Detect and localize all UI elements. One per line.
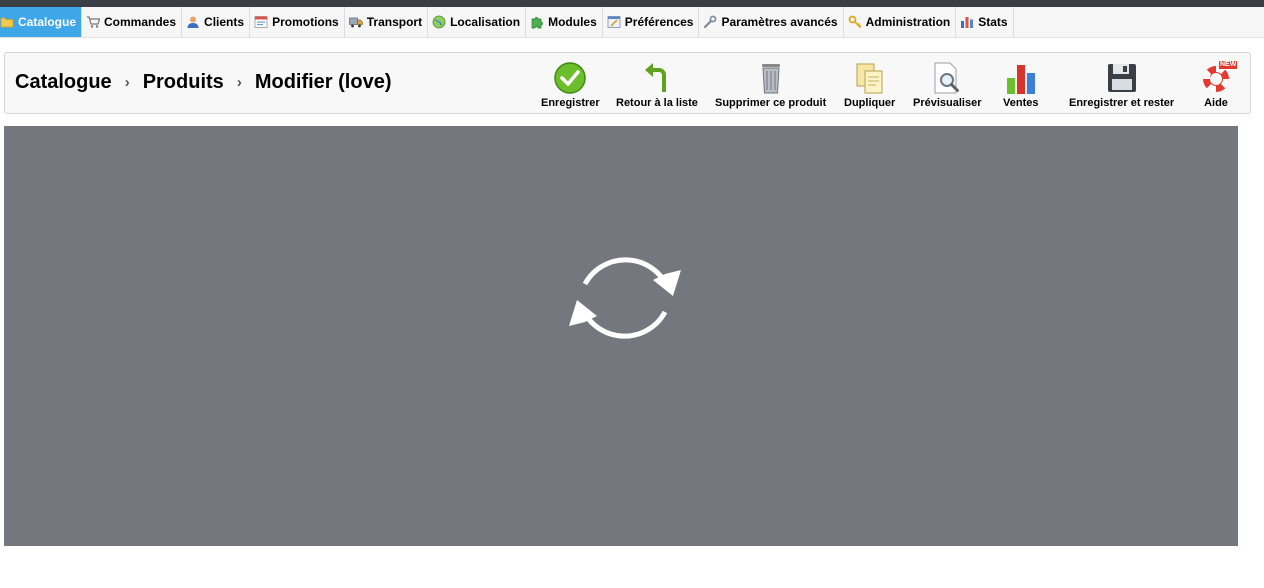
trash-icon <box>761 64 780 94</box>
puzzle-icon <box>531 17 543 29</box>
preview-icon <box>934 62 960 94</box>
duplicate-button[interactable]: Dupliquer <box>844 61 895 109</box>
back-to-list-button[interactable]: Retour à la liste <box>616 61 698 109</box>
tab-clients[interactable]: Clients <box>182 7 251 37</box>
breadcrumb-separator: › <box>236 74 242 91</box>
tab-preferences[interactable]: Préférences <box>603 7 700 37</box>
button-label: Retour à la liste <box>616 97 698 109</box>
save-button[interactable]: Enregistrer <box>541 61 600 109</box>
button-label: Ventes <box>1003 97 1039 109</box>
preferences-icon <box>607 16 621 28</box>
page-toolbar: Catalogue › Produits › Modifier (love) E… <box>4 52 1251 114</box>
tab-parametres-avances[interactable]: Paramètres avancés <box>699 7 844 37</box>
user-icon <box>187 16 199 28</box>
tab-label: Commandes <box>104 15 177 29</box>
tab-label: Transport <box>366 15 423 29</box>
check-icon <box>554 62 587 94</box>
tab-modules[interactable]: Modules <box>526 7 603 37</box>
breadcrumb: Catalogue › Produits › Modifier (love) <box>15 71 391 94</box>
duplicate-icon <box>856 63 883 94</box>
folder-icon <box>0 17 14 28</box>
loading-overlay <box>4 126 1238 546</box>
top-strip <box>0 0 1264 7</box>
breadcrumb-item-catalogue[interactable]: Catalogue <box>15 71 112 94</box>
globe-icon <box>432 15 446 29</box>
tab-label: Clients <box>204 15 245 29</box>
button-label: Supprimer ce produit <box>715 97 827 109</box>
tab-stats[interactable]: Stats <box>956 7 1014 37</box>
delete-product-button[interactable]: Supprimer ce produit <box>715 61 826 109</box>
button-label: Aide <box>1204 97 1228 109</box>
breadcrumb-separator: › <box>124 74 130 91</box>
tab-label: Modules <box>548 15 597 29</box>
tab-label: Paramètres avancés <box>721 15 838 29</box>
tab-administration[interactable]: Administration <box>844 7 957 37</box>
tab-promotions[interactable]: Promotions <box>250 7 345 37</box>
tab-catalogue[interactable]: Catalogue <box>0 7 83 37</box>
sales-chart-icon <box>1006 65 1035 94</box>
preview-button[interactable]: Prévisualiser <box>913 61 982 109</box>
tab-label: Administration <box>865 15 951 29</box>
button-label: Prévisualiser <box>913 97 982 109</box>
tab-label: Préférences <box>624 15 694 29</box>
tab-label: Stats <box>978 15 1008 29</box>
tab-transport[interactable]: Transport <box>345 7 429 37</box>
button-label: Enregistrer et rester <box>1069 97 1175 109</box>
tab-label: Localisation <box>450 15 521 29</box>
button-label: Enregistrer <box>541 97 600 109</box>
breadcrumb-item-produits[interactable]: Produits <box>143 71 224 94</box>
key-icon <box>848 15 861 29</box>
bar-chart-icon <box>961 17 974 28</box>
help-button[interactable]: Aide NEW <box>1199 61 1238 109</box>
tab-label: Catalogue <box>18 15 77 29</box>
breadcrumb-item-current: Modifier (love) <box>254 71 392 93</box>
promotion-icon <box>254 16 268 28</box>
floppy-disk-icon <box>1107 64 1136 92</box>
refresh-spinner-icon <box>569 257 681 339</box>
wrench-icon <box>704 15 717 29</box>
main-nav: Catalogue Commandes Clients Promotions T… <box>0 7 1264 38</box>
sales-button[interactable]: Ventes <box>1003 61 1038 109</box>
tab-commandes[interactable]: Commandes <box>82 7 183 37</box>
cart-icon <box>87 16 101 28</box>
save-and-stay-button[interactable]: Enregistrer et rester <box>1069 61 1174 109</box>
new-badge: NEW <box>1219 61 1238 69</box>
truck-icon <box>348 17 363 28</box>
button-label: Dupliquer <box>844 97 896 109</box>
tab-label: Promotions <box>272 15 339 29</box>
back-arrow-icon <box>644 63 666 92</box>
tab-localisation[interactable]: Localisation <box>428 7 527 37</box>
